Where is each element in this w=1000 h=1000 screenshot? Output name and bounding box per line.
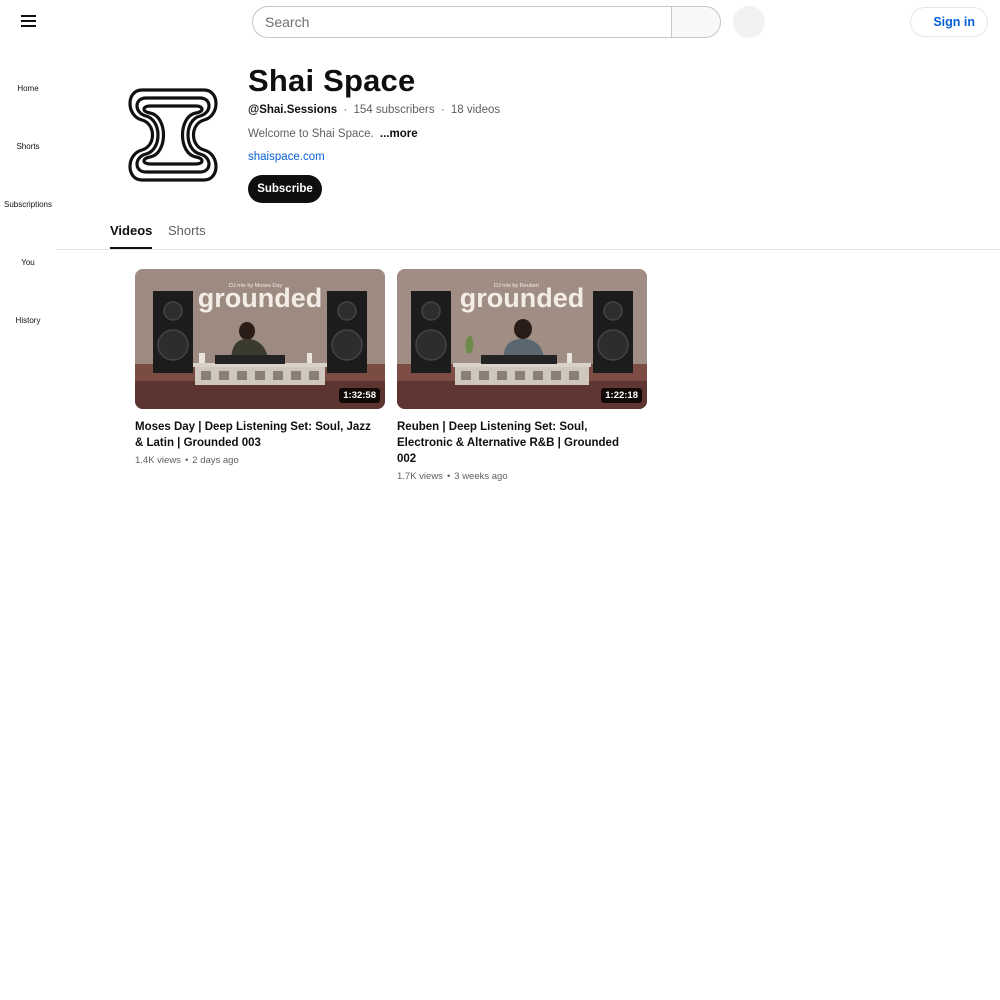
video-title[interactable]: Moses Day | Deep Listening Set: Soul, Ja… bbox=[135, 419, 375, 451]
sidebar-item-label: Home bbox=[17, 84, 39, 93]
sidebar-item-subscriptions[interactable]: Subscriptions bbox=[0, 174, 56, 232]
more-link[interactable]: ...more bbox=[380, 128, 418, 140]
video-duration: 1:32:58 bbox=[339, 388, 380, 403]
sidebar-item-shorts[interactable]: Shorts bbox=[0, 116, 56, 174]
channel-tabs: Videos Shorts bbox=[56, 214, 1000, 250]
upload-age: 3 weeks ago bbox=[454, 471, 508, 482]
tab-shorts[interactable]: Shorts bbox=[168, 223, 206, 249]
sign-in-button[interactable]: Sign in bbox=[910, 7, 988, 37]
sidebar-item-label: Shorts bbox=[16, 142, 40, 151]
video-card[interactable]: DJ mix by Reuben grounded 1:22:18 Reuben… bbox=[397, 269, 647, 482]
video-meta: 1.7K views • 3 weeks ago bbox=[397, 471, 508, 482]
sidebar-item-label: Subscriptions bbox=[3, 200, 53, 209]
upload-age: 2 days ago bbox=[192, 455, 239, 466]
tab-videos[interactable]: Videos bbox=[110, 223, 153, 249]
search-button[interactable] bbox=[671, 6, 721, 38]
thumbnail-title: grounded bbox=[198, 283, 322, 313]
video-meta: 1.4K views • 2 days ago bbox=[135, 455, 239, 466]
video-thumbnail[interactable]: DJ mix by Reuben grounded 1:22:18 bbox=[397, 269, 647, 409]
thumbnail-title: grounded bbox=[460, 283, 584, 313]
video-duration: 1:22:18 bbox=[601, 388, 642, 403]
subscribe-button[interactable]: Subscribe bbox=[248, 175, 322, 203]
channel-description[interactable]: Welcome to Shai Space. ...more bbox=[248, 128, 418, 140]
video-count: 18 videos bbox=[450, 104, 501, 116]
search-bar bbox=[252, 6, 721, 38]
sign-in-label: Sign in bbox=[933, 15, 975, 29]
video-card[interactable]: DJ mix by Moses Day grounded 1:32:58 Mos… bbox=[135, 269, 385, 466]
menu-icon[interactable] bbox=[14, 7, 42, 35]
sidebar-item-history[interactable]: History bbox=[0, 290, 56, 348]
view-count: 1.4K views bbox=[135, 455, 181, 466]
meta-separator: · bbox=[440, 104, 445, 116]
channel-avatar bbox=[120, 80, 226, 190]
channel-meta: @Shai.Sessions · 154 subscribers · 18 vi… bbox=[248, 104, 500, 116]
sidebar-item-label: History bbox=[15, 316, 41, 325]
channel-handle: @Shai.Sessions bbox=[248, 104, 338, 116]
channel-name: Shai Space bbox=[248, 63, 416, 98]
meta-separator: · bbox=[343, 104, 348, 116]
sidebar-item-label: You bbox=[21, 258, 35, 267]
search-input[interactable] bbox=[252, 6, 671, 38]
sidebar-item-home[interactable]: Home bbox=[0, 58, 56, 116]
description-text: Welcome to Shai Space. bbox=[248, 128, 374, 140]
view-count: 1.7K views bbox=[397, 471, 443, 482]
channel-link[interactable]: shaispace.com bbox=[248, 151, 325, 163]
video-title[interactable]: Reuben | Deep Listening Set: Soul, Elect… bbox=[397, 419, 637, 467]
sidebar-item-you[interactable]: You bbox=[0, 232, 56, 290]
voice-search-button[interactable] bbox=[733, 6, 765, 38]
video-thumbnail[interactable]: DJ mix by Moses Day grounded 1:32:58 bbox=[135, 269, 385, 409]
subscriber-count: 154 subscribers bbox=[353, 104, 435, 116]
